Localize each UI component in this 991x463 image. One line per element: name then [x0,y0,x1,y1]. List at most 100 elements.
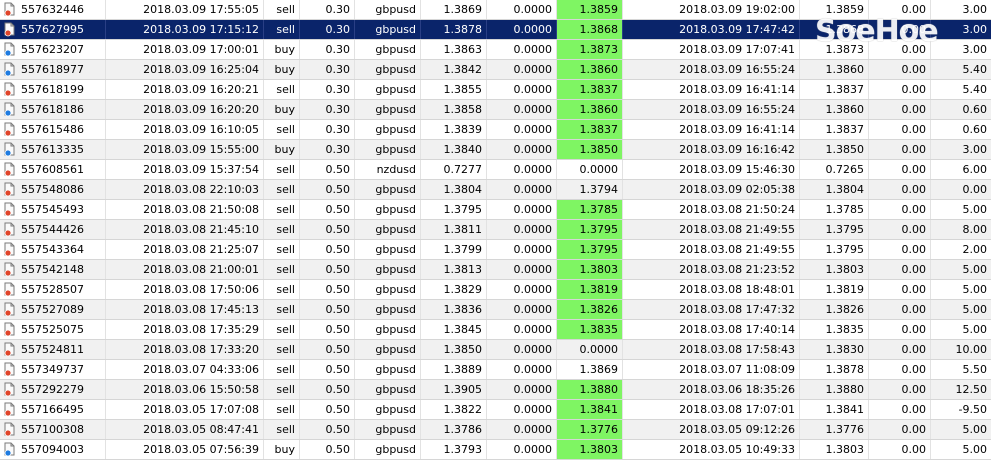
symbol-cell: gbpusd [355,0,421,19]
close-price-cell: 1.3873 [800,40,869,59]
trade-row[interactable]: 557542148 2018.03.08 21:00:01 sell 0.50 gbpu… [0,260,991,280]
ticket-cell: 557349737 [0,360,106,379]
profit-cell: 8.00 [962,223,988,236]
order-type-cell: sell [264,420,300,439]
symbol-cell: gbpusd [355,120,421,139]
trade-row[interactable]: 557545493 2018.03.08 21:50:08 sell 0.50 gbpu… [0,200,991,220]
ticket-cell: 557618977 [0,60,106,79]
profit-cell: 0.60 [962,123,988,136]
take-profit-cell: 1.3860 [557,60,623,79]
lot-size-cell: 0.50 [300,200,355,219]
commission-cell: 0.00 [869,240,931,259]
take-profit-cell: 1.3803 [557,260,623,279]
close-price-cell: 1.3860 [800,60,869,79]
profit-cell: 5.00 [962,283,988,296]
open-time-cell: 2018.03.08 21:00:01 [106,260,264,279]
commission-cell: 0.00 [869,220,931,239]
open-time-cell: 2018.03.09 17:15:12 [106,20,264,39]
open-price-cell: 1.3804 [421,180,487,199]
ticket-cell: 557543364 [0,240,106,259]
symbol-cell: gbpusd [355,340,421,359]
profit-cell: 5.40 [962,83,988,96]
order-type-cell: sell [264,300,300,319]
profit-cell: 12.50 [955,383,988,396]
open-time-cell: 2018.03.08 21:50:08 [106,200,264,219]
trade-row[interactable]: 557527089 2018.03.08 17:45:13 sell 0.50 gbpu… [0,300,991,320]
close-price-cell: 1.3859 [800,0,869,19]
commission-cell: 0.00 [869,20,931,39]
ticket-cell: 557525075 [0,320,106,339]
trade-row[interactable]: 557618199 2018.03.09 16:20:21 sell 0.30 gbpu… [0,80,991,100]
open-time-cell: 2018.03.05 17:07:08 [106,400,264,419]
take-profit-cell: 1.3859 [557,0,623,19]
ticket-cell: 557094003 [0,440,106,459]
trade-row[interactable]: 557100308 2018.03.05 08:47:41 sell 0.50 gbpu… [0,420,991,440]
trade-row[interactable]: 557618186 2018.03.09 16:20:20 buy 0.30 gbpus… [0,100,991,120]
open-time-cell: 2018.03.09 16:20:21 [106,80,264,99]
stop-loss-cell: 0.0000 [487,80,557,99]
ticket-cell: 557632446 [0,0,106,19]
take-profit-cell: 1.3826 [557,300,623,319]
open-price-cell: 1.3840 [421,140,487,159]
order-type-cell: sell [264,260,300,279]
stop-loss-cell: 0.0000 [487,280,557,299]
close-time-cell: 2018.03.08 17:47:32 [623,300,800,319]
trade-row[interactable]: 557548086 2018.03.08 22:10:03 sell 0.50 gbpu… [0,180,991,200]
close-time-cell: 2018.03.09 16:16:42 [623,140,800,159]
trade-row[interactable]: 557615486 2018.03.09 16:10:05 sell 0.30 gbpu… [0,120,991,140]
trade-row[interactable]: 557292279 2018.03.06 15:50:58 sell 0.50 gbpu… [0,380,991,400]
order-type-cell: buy [264,100,300,119]
close-time-cell: 2018.03.08 17:58:43 [623,340,800,359]
trade-row[interactable]: 557623207 2018.03.09 17:00:01 buy 0.30 gbpus… [0,40,991,60]
ticket-cell: 557292279 [0,380,106,399]
take-profit-cell: 1.3795 [557,220,623,239]
open-price-cell: 1.3850 [421,340,487,359]
close-time-cell: 2018.03.05 10:49:33 [623,440,800,459]
order-type-cell: sell [264,200,300,219]
open-time-cell: 2018.03.08 17:35:29 [106,320,264,339]
trade-row[interactable]: 557524811 2018.03.08 17:33:20 sell 0.50 gbpu… [0,340,991,360]
open-time-cell: 2018.03.05 07:56:39 [106,440,264,459]
trade-row[interactable]: 557544426 2018.03.08 21:45:10 sell 0.50 gbpu… [0,220,991,240]
close-price-cell: 1.3795 [800,220,869,239]
take-profit-cell: 1.3837 [557,120,623,139]
trade-row[interactable]: 557166495 2018.03.05 17:07:08 sell 0.50 gbpu… [0,400,991,420]
ticket-cell: 557524811 [0,340,106,359]
lot-size-cell: 0.50 [300,300,355,319]
trade-row[interactable]: 557094003 2018.03.05 07:56:39 buy 0.50 gbpus… [0,440,991,460]
symbol-cell: gbpusd [355,320,421,339]
close-price-cell: 1.3880 [800,380,869,399]
close-time-cell: 2018.03.08 18:48:01 [623,280,800,299]
stop-loss-cell: 0.0000 [487,260,557,279]
stop-loss-cell: 0.0000 [487,240,557,259]
stop-loss-cell: 0.0000 [487,200,557,219]
close-time-cell: 2018.03.07 11:08:09 [623,360,800,379]
close-time-cell: 2018.03.09 02:05:38 [623,180,800,199]
trade-row[interactable]: 557608561 2018.03.09 15:37:54 sell 0.50 nzdu… [0,160,991,180]
trade-row[interactable]: 557543364 2018.03.08 21:25:07 sell 0.50 gbpu… [0,240,991,260]
order-type-cell: sell [264,0,300,19]
trade-row[interactable]: 557528507 2018.03.08 17:50:06 sell 0.50 gbpu… [0,280,991,300]
trade-row[interactable]: 557525075 2018.03.08 17:35:29 sell 0.50 gbpu… [0,320,991,340]
ticket-cell: 557166495 [0,400,106,419]
close-price-cell: 1.3826 [800,300,869,319]
symbol-cell: gbpusd [355,400,421,419]
open-time-cell: 2018.03.06 15:50:58 [106,380,264,399]
trade-row[interactable]: 557613335 2018.03.09 15:55:00 buy 0.30 gbpus… [0,140,991,160]
open-price-cell: 1.3811 [421,220,487,239]
trade-row[interactable]: 557632446 2018.03.09 17:55:05 sell 0.30 gbpu… [0,0,991,20]
close-price-cell: 1.3868 [800,20,869,39]
lot-size-cell: 0.50 [300,320,355,339]
trade-row[interactable]: 557349737 2018.03.07 04:33:06 sell 0.50 gbpu… [0,360,991,380]
ticket-cell: 557542148 [0,260,106,279]
ticket-cell: 557548086 [0,180,106,199]
close-price-cell: 1.3803 [800,260,869,279]
symbol-cell: gbpusd [355,280,421,299]
close-time-cell: 2018.03.08 21:23:52 [623,260,800,279]
profit-cell: 5.00 [962,203,988,216]
open-time-cell: 2018.03.08 21:45:10 [106,220,264,239]
lot-size-cell: 0.50 [300,380,355,399]
trade-row[interactable]: 557627995 2018.03.09 17:15:12 sell 0.30 gbpu… [0,20,991,40]
open-time-cell: 2018.03.09 16:10:05 [106,120,264,139]
trade-row[interactable]: 557618977 2018.03.09 16:25:04 buy 0.30 gbpus… [0,60,991,80]
